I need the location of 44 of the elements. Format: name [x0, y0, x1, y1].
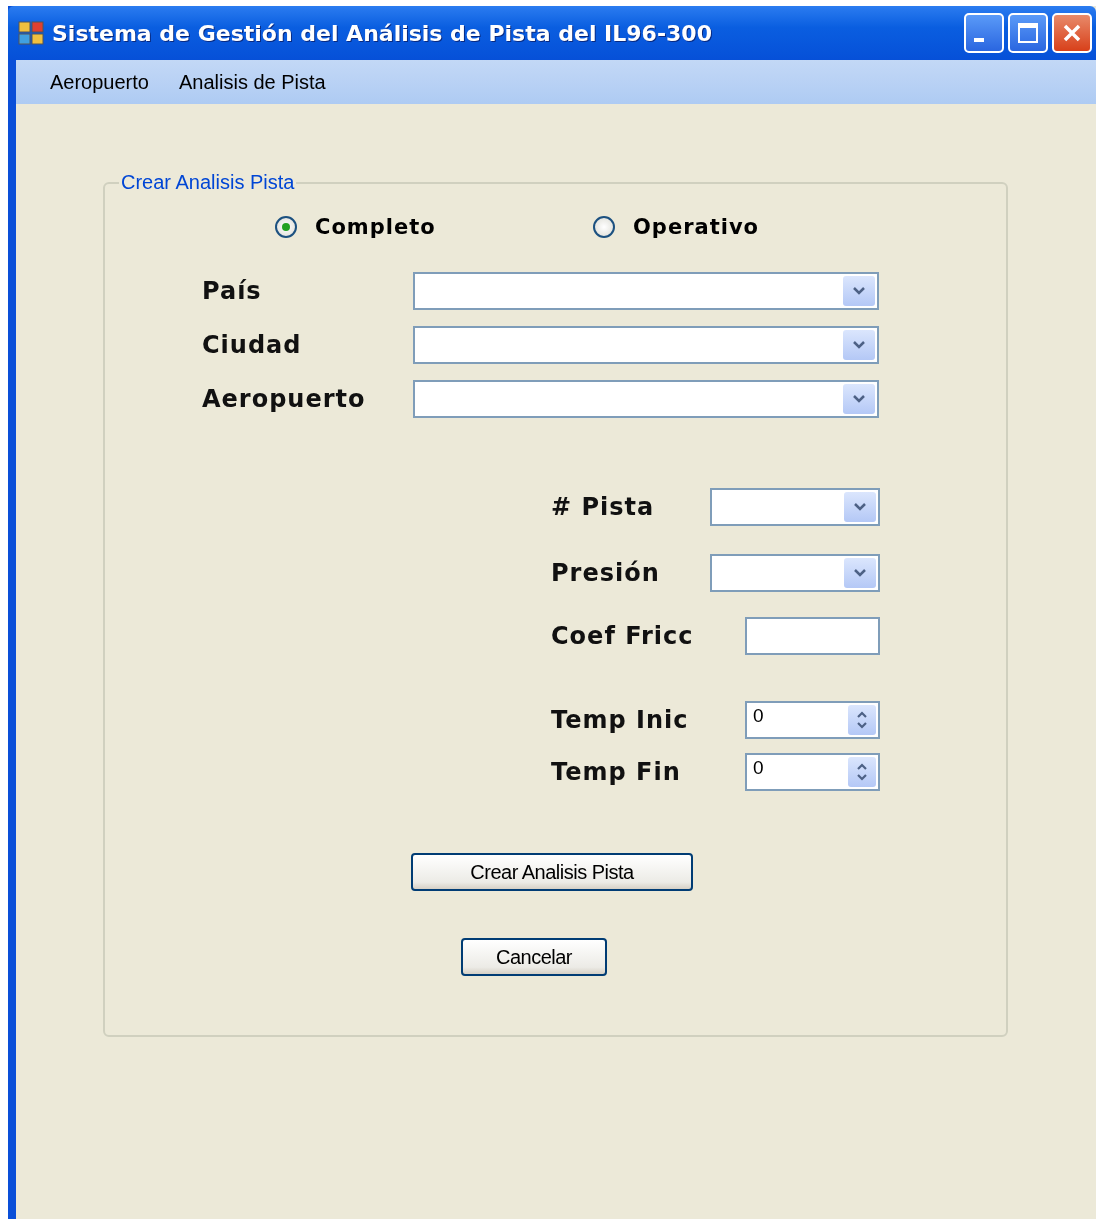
spinner-buttons[interactable]: [848, 705, 876, 735]
close-icon: [1061, 22, 1083, 44]
dropdown[interactable]: [413, 272, 879, 310]
radio-button[interactable]: [275, 216, 297, 238]
dropdown[interactable]: [710, 554, 880, 592]
dropdown-button[interactable]: [843, 276, 875, 306]
minimize-button[interactable]: [964, 13, 1004, 53]
app-icon: [18, 21, 44, 45]
menu-item[interactable]: Analisis de Pista: [166, 66, 338, 98]
window-title: Sistema de Gestión del Análisis de Pista del IL96-300: [52, 20, 713, 46]
field-label: País: [202, 277, 263, 305]
menu-item[interactable]: Aeropuerto: [38, 66, 161, 98]
field-label: Aeropuerto: [202, 385, 367, 413]
spinner-value: 0: [753, 757, 764, 779]
field-label: Presión: [551, 559, 660, 587]
dropdown-button[interactable]: [844, 492, 876, 522]
dropdown-button[interactable]: [843, 330, 875, 360]
up-down-arrows-icon: [855, 762, 869, 782]
radio-label[interactable]: Completo: [315, 215, 436, 239]
field-label: # Pista: [551, 493, 655, 521]
dropdown[interactable]: [413, 326, 879, 364]
spinner-buttons[interactable]: [848, 757, 876, 787]
dropdown-button[interactable]: [844, 558, 876, 588]
number-spinner[interactable]: 0: [745, 753, 880, 791]
maximize-button[interactable]: [1008, 13, 1048, 53]
group-title: Crear Analisis Pista: [120, 171, 296, 194]
field-label: Temp Fin: [551, 758, 681, 786]
action-button[interactable]: Crear Analisis Pista: [411, 853, 693, 891]
dropdown[interactable]: [710, 488, 880, 526]
dropdown[interactable]: [413, 380, 879, 418]
up-down-arrows-icon: [855, 710, 869, 730]
field-label: Coef Fricc: [551, 622, 694, 650]
minimize-icon: [974, 38, 984, 42]
close-button[interactable]: [1052, 13, 1092, 53]
action-button[interactable]: Cancelar: [461, 938, 607, 976]
dropdown-button[interactable]: [843, 384, 875, 414]
number-spinner[interactable]: 0: [745, 701, 880, 739]
spinner-value: 0: [753, 705, 764, 727]
radio-button[interactable]: [593, 216, 615, 238]
field-label: Ciudad: [202, 331, 303, 359]
field-label: Temp Inic: [551, 706, 689, 734]
maximize-icon: [1017, 22, 1039, 44]
radio-label[interactable]: Operativo: [633, 215, 759, 239]
input-field[interactable]: [745, 617, 880, 655]
